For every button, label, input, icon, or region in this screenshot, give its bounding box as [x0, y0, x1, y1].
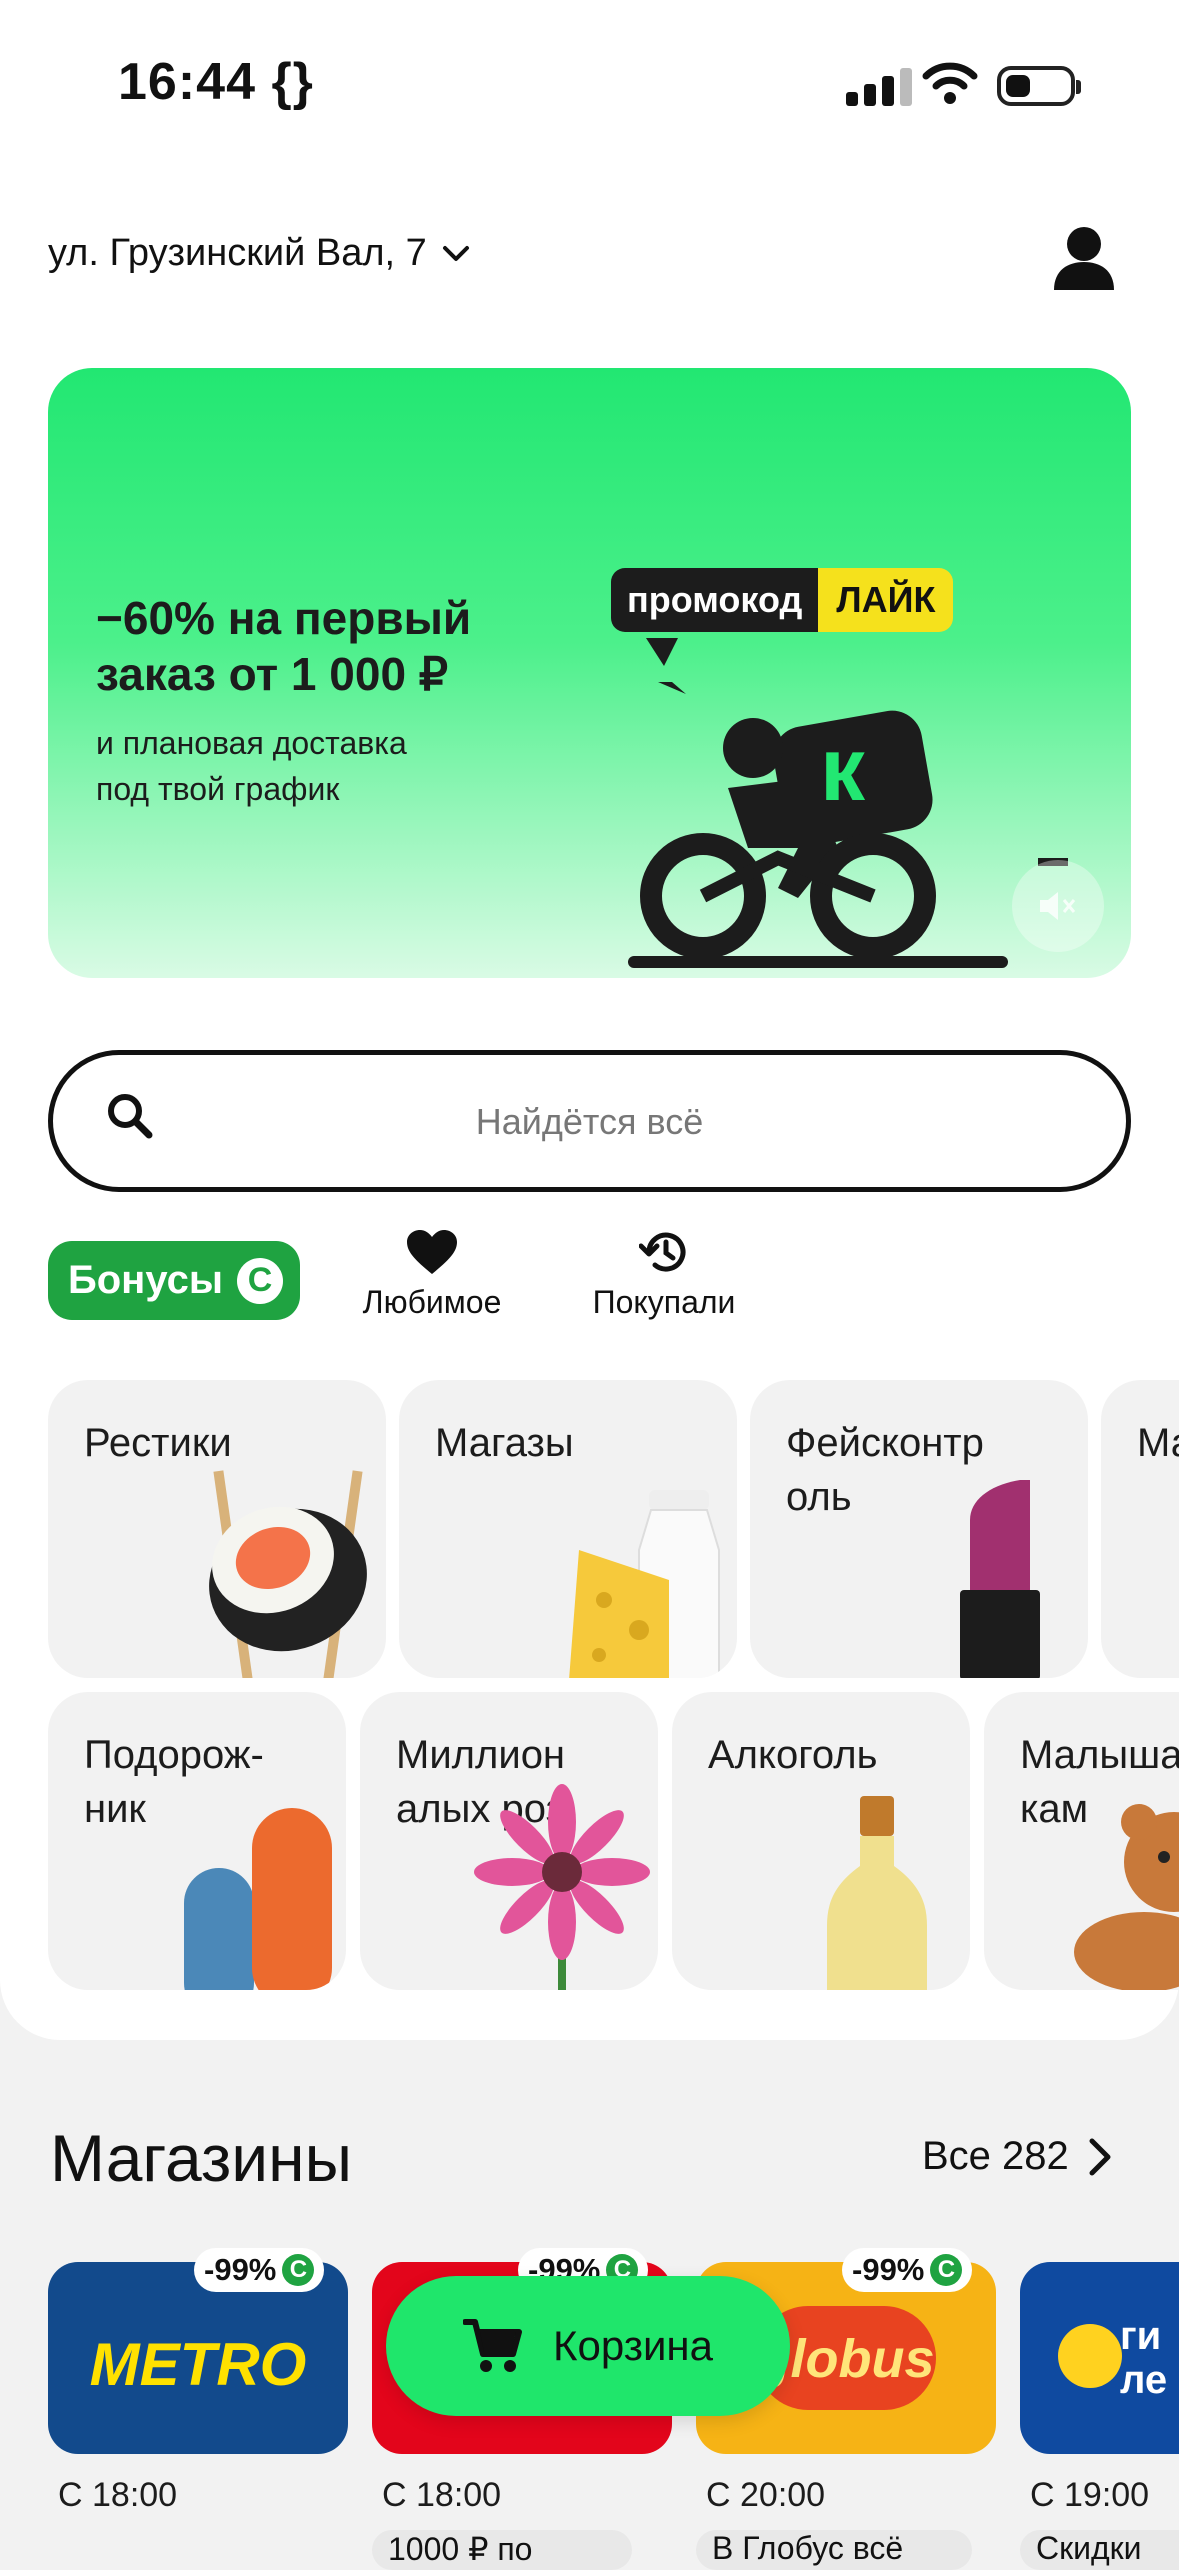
promo-code-badge: промокод ЛАЙК — [611, 568, 954, 632]
stores-title: Магазины — [50, 2121, 353, 2195]
banner-subtitle: и плановая доставка под твой график — [96, 725, 407, 807]
bonus-label: Бонусы — [68, 1258, 223, 1302]
pills-icon — [184, 1808, 332, 1990]
promo-code: ЛАЙК — [818, 568, 954, 632]
history-icon — [639, 1232, 686, 1272]
chevron-down-icon — [442, 245, 469, 261]
svg-text:к: к — [820, 720, 866, 820]
purchased-button[interactable]: Покупали — [569, 1228, 759, 1321]
wifi-icon — [922, 62, 978, 104]
category-label: Магазы — [435, 1421, 574, 1465]
purchased-label: Покупали — [592, 1284, 736, 1320]
promo-label: промокод — [611, 568, 819, 632]
status-time: 16:44 {} — [118, 53, 314, 111]
flower-icon — [474, 1784, 650, 1990]
cart-label: Корзина — [553, 2322, 713, 2369]
favorites-label: Любимое — [362, 1284, 502, 1320]
category-flowers[interactable]: Миллион алых роз — [360, 1692, 658, 1990]
stores-all-link[interactable]: Все 282 — [922, 2134, 1113, 2179]
category-more[interactable]: Ма — [1101, 1380, 1179, 1678]
store-open-time: С 18:00 — [58, 2476, 178, 2514]
category-pharmacy[interactable]: Подорож- ник — [48, 1692, 346, 1990]
cellular-signal-icon — [846, 68, 912, 106]
favorites-button[interactable]: Любимое — [337, 1228, 527, 1321]
store-open-time: С 19:00 — [1030, 2476, 1150, 2514]
address-selector[interactable]: ул. Грузинский Вал, 7 — [48, 232, 471, 275]
category-label: Ма — [1137, 1421, 1179, 1465]
teddy-bear-icon — [1074, 1804, 1179, 1990]
courier-bike-illustration: к — [628, 638, 1068, 968]
search-input[interactable]: Найдётся всё — [48, 1050, 1131, 1192]
wine-bottle-icon — [827, 1796, 927, 1990]
category-label: Рестики — [84, 1421, 232, 1465]
category-alcohol[interactable]: Алкоголь — [672, 1692, 970, 1990]
store-logo-text: ги ле — [1120, 2314, 1168, 2402]
sushi-icon — [209, 1470, 367, 1678]
category-kids[interactable]: Малыша кам — [984, 1692, 1179, 1990]
search-placeholder: Найдётся всё — [475, 1101, 704, 1142]
bonus-coin-icon: С — [237, 1257, 283, 1304]
profile-icon[interactable] — [1048, 222, 1120, 294]
cart-button[interactable]: Корзина — [386, 2276, 790, 2416]
mute-button[interactable] — [1012, 860, 1104, 952]
heart-icon — [407, 1230, 457, 1274]
store-promo-chip: 1000 ₽ по — [372, 2530, 632, 2570]
bonus-coin-icon: С — [282, 2254, 315, 2286]
store-open-time: С 20:00 — [706, 2476, 826, 2514]
banner-headline: −60% на первый заказ от 1 000 ₽ — [96, 592, 472, 700]
bonus-button[interactable]: Бонусы С — [48, 1241, 300, 1320]
category-stores[interactable]: Магазы — [399, 1380, 737, 1678]
chevron-right-icon — [1089, 2138, 1111, 2175]
speaker-muted-icon — [1040, 892, 1076, 920]
cheese-milk-icon — [569, 1490, 720, 1678]
category-restaurants[interactable]: Рестики — [48, 1380, 386, 1678]
category-beauty[interactable]: Фейсконтр оль — [750, 1380, 1088, 1678]
store-open-time: С 18:00 — [382, 2476, 502, 2514]
store-discount-badge: -99% С — [842, 2248, 973, 2292]
store-card-4[interactable]: ги ле — [1020, 2262, 1179, 2454]
store-promo-chip: Скидки — [1020, 2530, 1179, 2570]
address-text: ул. Грузинский Вал, 7 — [48, 232, 427, 274]
promo-banner[interactable]: −60% на первый заказ от 1 000 ₽ и планов… — [48, 368, 1131, 978]
stores-all-label: Все 282 — [922, 2134, 1069, 2178]
store-logo-text: METRO — [89, 2331, 307, 2398]
battery-icon — [997, 66, 1081, 106]
store-promo-chip: В Глобус всё — [696, 2530, 972, 2570]
store-discount-badge: -99% С — [194, 2248, 325, 2292]
category-label: Алкоголь — [708, 1733, 878, 1777]
bonus-coin-icon: С — [930, 2254, 963, 2286]
cart-icon — [463, 2319, 522, 2372]
lipstick-icon — [960, 1480, 1040, 1678]
